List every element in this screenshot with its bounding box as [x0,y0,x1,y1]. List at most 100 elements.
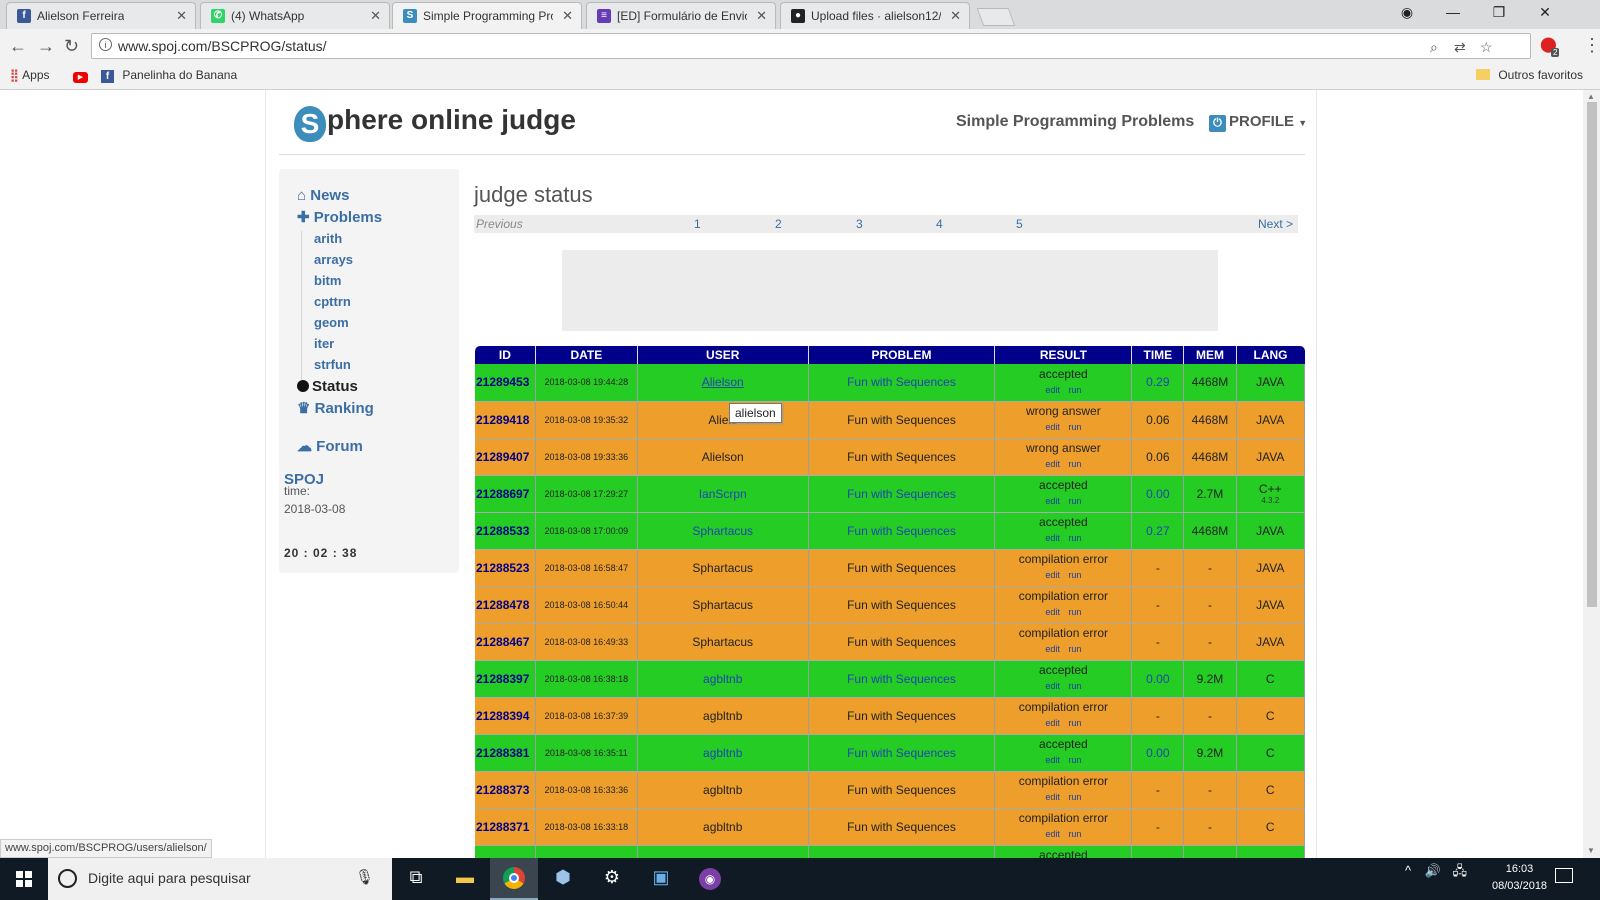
pager-page-link[interactable]: 5 [1016,217,1023,231]
column-header[interactable]: PROBLEM [808,346,996,364]
submission-id-link[interactable]: 21288373 [475,771,536,809]
submission-id-link[interactable]: 21289407 [475,438,536,476]
bookmark-star-icon[interactable]: ☆ [1480,39,1493,56]
column-header[interactable]: TIME [1131,346,1185,364]
sidebar-item-problems[interactable]: ✚ Problems [297,208,382,226]
back-icon[interactable]: ← [9,36,27,57]
tab-close-icon[interactable]: ✕ [950,8,961,24]
problem-link[interactable]: Fun with Sequences [808,549,996,587]
minimize-button[interactable]: — [1430,4,1476,20]
tab-close-icon[interactable]: ✕ [176,8,187,24]
zoom-icon[interactable]: ⌕ [1430,39,1438,56]
user-link[interactable]: agbltnb [637,771,809,809]
problem-link[interactable]: Fun with Sequences [808,475,996,513]
browser-tab[interactable]: f Alielson Ferreira ✕ [6,2,196,29]
user-link[interactable]: Alielson [637,364,809,402]
problem-link[interactable]: Fun with Sequences [808,586,996,624]
network-icon[interactable]: 🖧 [1453,863,1468,878]
sidebar-item-status[interactable]: Status [297,378,358,395]
forward-icon[interactable]: → [37,36,55,57]
tab-close-icon[interactable]: ✕ [370,8,381,24]
column-header[interactable]: LANG [1236,346,1305,364]
scroll-down-icon[interactable]: ▼ [1587,846,1595,855]
submission-id-link[interactable]: 21288523 [475,549,536,587]
taskbar-search[interactable]: Digite aqui para pesquisar 🎙 [48,858,392,900]
column-header[interactable]: USER [637,346,809,364]
settings-gear-icon[interactable]: ⚙ [588,858,636,900]
browser-tab[interactable]: ✆ (4) WhatsApp ✕ [200,2,390,29]
user-link[interactable]: agbltnb [637,660,809,698]
edit-run-links[interactable]: edit run [995,421,1130,434]
tab-close-icon[interactable]: ✕ [562,8,573,24]
problem-link[interactable]: Fun with Sequences [808,512,996,550]
user-link[interactable]: Sphartacus [637,623,809,661]
edit-run-links[interactable]: edit run [995,532,1130,545]
contest-title-link[interactable]: Simple Programming Problems [956,113,1194,131]
submission-id-link[interactable] [475,845,536,858]
virtualbox-icon[interactable]: ⬢ [539,858,587,900]
remote-desktop-icon[interactable]: ▣ [637,858,685,900]
submission-id-link[interactable]: 21288381 [475,734,536,772]
volume-icon[interactable]: 🔊 [1425,863,1441,878]
edit-run-links[interactable]: edit run [995,384,1130,397]
pager-page-link[interactable]: 3 [856,217,863,231]
column-header[interactable]: MEM [1183,346,1237,364]
problem-link[interactable]: Fun with Sequences [808,734,996,772]
bookmark-panelinha[interactable]: f Panelinha do Banana [101,68,237,83]
address-bar[interactable]: i www.spoj.com/BSCPROG/status/ ⌕ ⇄ ☆ [91,33,1531,59]
user-link[interactable] [637,845,809,858]
sidebar-subitem[interactable]: arith [314,231,342,246]
problem-link[interactable]: Fun with Sequences [808,771,996,809]
microphone-icon[interactable]: 🎙 [355,868,374,886]
submission-id-link[interactable]: 21288371 [475,808,536,846]
submission-id-link[interactable]: 21288394 [475,697,536,735]
problem-link[interactable]: Fun with Sequences [808,401,996,439]
submission-id-link[interactable]: 21288397 [475,660,536,698]
edit-run-links[interactable]: edit run [995,791,1130,804]
new-tab-button[interactable] [976,8,1016,26]
task-view-icon[interactable]: ⧉ [392,858,440,900]
user-link[interactable]: Aliels [637,401,809,439]
scroll-up-icon[interactable]: ▲ [1587,92,1595,101]
edit-run-links[interactable]: edit run [995,458,1130,471]
column-header[interactable]: DATE [535,346,638,364]
chrome-icon[interactable] [490,858,538,900]
problem-link[interactable] [808,845,996,858]
submission-id-link[interactable]: 21288697 [475,475,536,513]
sidebar-subitem[interactable]: bitm [314,273,341,288]
user-link[interactable]: agbltnb [637,734,809,772]
edit-run-links[interactable]: edit run [995,643,1130,656]
edit-run-links[interactable]: edit run [995,680,1130,693]
submission-id-link[interactable]: 21288467 [475,623,536,661]
user-link[interactable]: Alielson [637,438,809,476]
submission-id-link[interactable]: 21288478 [475,586,536,624]
taskbar-clock[interactable]: 16:03 08/03/2018 [1492,861,1547,895]
bookmark-apps[interactable]: ⣿ Apps [10,68,50,82]
notifications-icon[interactable] [1555,868,1573,883]
page-scrollbar[interactable]: ▲ ▼ [1583,90,1600,858]
close-window-button[interactable]: ✕ [1522,4,1568,21]
edit-run-links[interactable]: edit run [995,569,1130,582]
profile-menu[interactable]: ⏻ PROFILE ▼ [1209,113,1307,132]
reload-icon[interactable]: ↻ [64,36,79,57]
problem-link[interactable]: Fun with Sequences [808,808,996,846]
sidebar-subitem[interactable]: arrays [314,252,353,267]
user-link[interactable]: agbltnb [637,697,809,735]
pager-next[interactable]: Next > [1258,217,1293,231]
pager-page-link[interactable]: 4 [936,217,943,231]
browser-tab[interactable]: ≡ [ED] Formulário de Envio ✕ [586,2,776,29]
browser-tab[interactable]: ● Upload files · alielson12/ ✕ [780,2,970,29]
translate-icon[interactable]: ⇄ [1454,39,1466,56]
file-explorer-icon[interactable]: ▬ [441,858,489,900]
edit-run-links[interactable]: edit run [995,495,1130,508]
problem-link[interactable]: Fun with Sequences [808,438,996,476]
app-cat-icon[interactable]: ◉ [686,858,734,900]
youtube-icon[interactable]: ▶ [73,68,88,83]
site-info-icon[interactable]: i [99,38,112,51]
sidebar-item-forum[interactable]: ☁ Forum [297,437,363,455]
sidebar-item-ranking[interactable]: ♛ Ranking [297,399,374,417]
sidebar-item-news[interactable]: ⌂ News [297,187,349,204]
scroll-thumb[interactable] [1587,102,1597,607]
sidebar-subitem[interactable]: geom [314,315,349,330]
edit-run-links[interactable]: edit run [995,754,1130,767]
